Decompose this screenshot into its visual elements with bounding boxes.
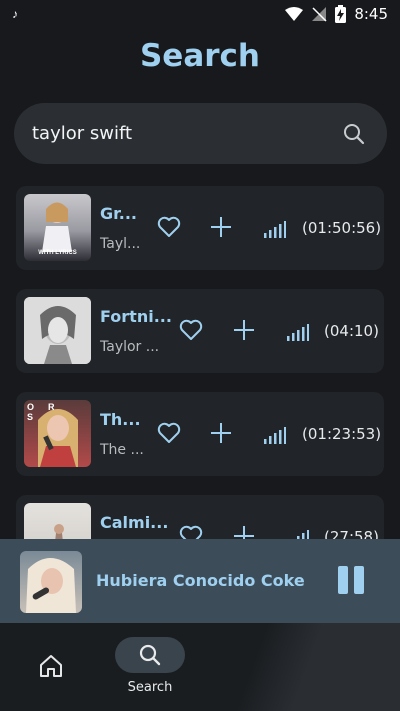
status-icons: 8:45 <box>285 5 388 23</box>
track-duration: (01:50:56) <box>302 219 382 237</box>
album-art: OR S <box>24 400 91 467</box>
heart-icon[interactable] <box>157 216 181 238</box>
track-duration: (04:10) <box>324 322 379 340</box>
track-artist: Taylor ... <box>100 339 160 355</box>
track-duration: (01:23:53) <box>302 425 382 443</box>
track-title: Calmi... <box>100 513 169 532</box>
bottom-nav: Search <box>0 623 400 711</box>
search-icon[interactable] <box>139 644 161 666</box>
search-box[interactable]: taylor swift <box>14 103 387 164</box>
pause-button[interactable] <box>338 566 364 594</box>
page-title: Search <box>139 38 260 74</box>
no-signal-icon <box>312 7 327 22</box>
now-playing-bar[interactable]: Hubiera Conocido Coke <box>0 539 400 623</box>
player-album-art <box>20 551 82 613</box>
nav-search-button[interactable] <box>115 637 185 673</box>
result-row[interactable]: Calmi... (27:58) <box>16 495 384 540</box>
result-row[interactable]: OR S Th... The ... (01:23:53) <box>16 392 384 476</box>
album-art <box>24 297 91 364</box>
battery-charging-icon <box>335 5 347 23</box>
wifi-icon <box>285 7 304 21</box>
thumb-caption: OR S <box>27 402 69 422</box>
status-time: 8:45 <box>354 5 388 23</box>
results-list[interactable]: WITH LYRICS Gr... Tayl... (01:50:56) For… <box>16 186 384 540</box>
add-icon[interactable] <box>233 319 255 341</box>
heart-icon[interactable] <box>179 319 203 341</box>
signal-bars-icon <box>287 324 309 341</box>
search-input[interactable]: taylor swift <box>32 123 343 144</box>
track-title: Fortni... <box>100 307 172 326</box>
music-note-icon: ♪ <box>12 7 18 21</box>
search-icon[interactable] <box>343 123 365 145</box>
pause-icon[interactable] <box>338 566 348 594</box>
track-title: Gr... <box>100 204 137 223</box>
heart-icon[interactable] <box>157 422 181 444</box>
home-icon[interactable] <box>38 653 64 679</box>
signal-bars-icon <box>264 221 286 238</box>
track-artist: Tayl... <box>100 236 141 252</box>
status-bar: ♪ 8:45 <box>0 0 400 28</box>
add-icon[interactable] <box>233 525 255 540</box>
thumb-caption: WITH LYRICS <box>38 250 77 256</box>
result-row[interactable]: WITH LYRICS Gr... Tayl... (01:50:56) <box>16 186 384 270</box>
album-art <box>24 503 91 540</box>
pause-icon[interactable] <box>354 566 364 594</box>
heart-icon[interactable] <box>179 525 203 540</box>
player-track-title[interactable]: Hubiera Conocido Coke <box>96 571 305 590</box>
track-title: Th... <box>100 410 141 429</box>
track-artist: The ... <box>100 442 144 458</box>
result-row[interactable]: Fortni... Taylor ... (04:10) <box>16 289 384 373</box>
nav-search-label: Search <box>127 680 173 695</box>
add-icon[interactable] <box>210 216 232 238</box>
album-art: WITH LYRICS <box>24 194 91 261</box>
add-icon[interactable] <box>210 422 232 444</box>
signal-bars-icon <box>264 427 286 444</box>
